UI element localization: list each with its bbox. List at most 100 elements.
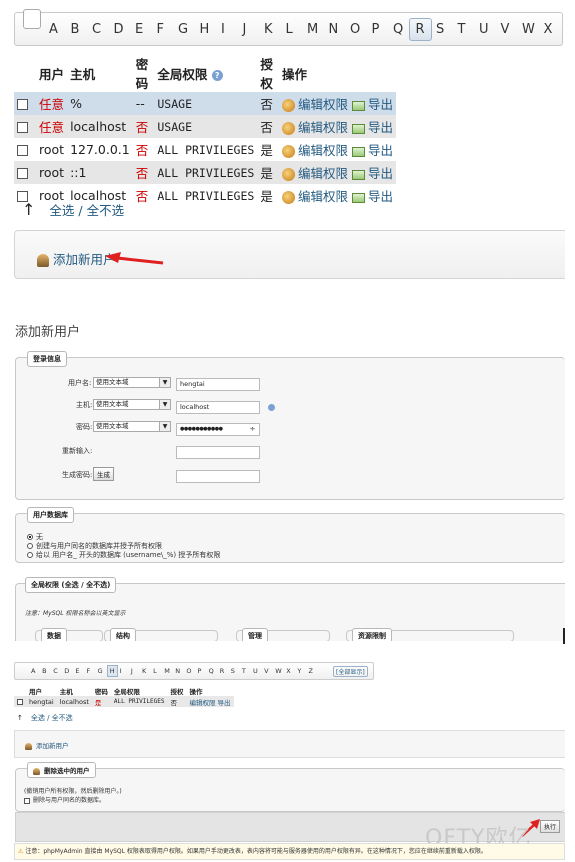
mini-letter-s[interactable]: S xyxy=(231,667,235,675)
header-grant: 授权 xyxy=(260,57,273,91)
row-checkbox[interactable] xyxy=(17,145,28,156)
mini-letter-g[interactable]: G xyxy=(98,667,103,675)
global-privs-legend[interactable]: 全局权限 (全选 / 全不选) xyxy=(25,577,117,593)
letter-d[interactable]: D xyxy=(114,22,124,37)
mini-add-user-link[interactable]: 添加新用户 xyxy=(25,740,69,750)
mini-letter-o[interactable]: O xyxy=(186,667,191,675)
help-icon[interactable]: ? xyxy=(211,69,223,81)
mini-letter-z[interactable]: Z xyxy=(309,667,313,675)
mini-row-checkbox[interactable] xyxy=(17,698,23,705)
letter-c[interactable]: C xyxy=(92,22,101,37)
letter-u[interactable]: U xyxy=(479,22,489,37)
mini-letter-y[interactable]: Y xyxy=(297,667,301,675)
mini-letter-e[interactable]: E xyxy=(75,667,79,675)
mini-letter-j[interactable]: J xyxy=(131,667,133,675)
host-label: 主机: xyxy=(76,401,93,409)
filter-checkbox[interactable] xyxy=(23,9,41,29)
letter-g[interactable]: G xyxy=(178,22,188,37)
db-option-wildcard[interactable]: 给以 用户名_ 开头的数据库 (username\_%) 授予所有权限 xyxy=(27,550,220,560)
mini-show-all-link[interactable]: [全部显示] xyxy=(333,666,368,677)
mini-select-all-link[interactable]: 全选 / 全不选 xyxy=(31,714,73,722)
letter-v[interactable]: V xyxy=(501,22,510,37)
table-row[interactable]: root 127.0.0.1 否 ALL PRIVILEGES 是编辑权限 导出 xyxy=(14,138,396,161)
edit-privs-link[interactable]: 编辑权限 xyxy=(298,166,348,181)
table-row[interactable]: 任意 localhost 否 USAGE 否编辑权限 导出 xyxy=(14,115,396,138)
export-link[interactable]: 导出 xyxy=(368,120,393,135)
mini-letter-u[interactable]: U xyxy=(253,667,258,675)
generate-password-button[interactable]: 生成 xyxy=(93,467,114,481)
letter-s[interactable]: S xyxy=(436,22,444,37)
reenter-password-input[interactable] xyxy=(176,446,260,459)
host-mode-select[interactable]: 使用文本域 ▼ xyxy=(93,399,171,410)
mini-delete-db-option[interactable]: 删除与用户同名的数据库。 xyxy=(24,795,105,804)
mini-letter-t[interactable]: T xyxy=(242,667,246,675)
export-link[interactable]: 导出 xyxy=(368,97,393,112)
password-input[interactable]: ●●●●●●●●●●● ÷ xyxy=(176,423,260,436)
select-all-link[interactable]: 全选 / 全不选 xyxy=(49,203,124,218)
row-checkbox[interactable] xyxy=(17,168,28,179)
mini-letter-q[interactable]: Q xyxy=(209,667,214,675)
row-checkbox[interactable] xyxy=(17,99,28,110)
export-link[interactable]: 导出 xyxy=(368,143,393,158)
mini-letter-x[interactable]: X xyxy=(286,667,290,675)
mini-export-link[interactable]: 导出 xyxy=(218,699,231,707)
mini-go-button[interactable]: 执行 xyxy=(540,820,561,833)
mini-select-all-row: ↑ 全选 / 全不选 xyxy=(17,713,73,723)
edit-privs-link[interactable]: 编辑权限 xyxy=(298,120,348,135)
generated-password-input[interactable] xyxy=(176,470,260,483)
mini-letter-p[interactable]: P xyxy=(198,667,202,675)
help-icon[interactable] xyxy=(268,404,275,411)
export-link[interactable]: 导出 xyxy=(368,166,393,181)
table-row[interactable]: 任意% -- USAGE 否编辑权限 导出 xyxy=(14,92,396,115)
letter-r[interactable]: R xyxy=(408,18,432,41)
letter-f[interactable]: F xyxy=(157,22,164,37)
letter-h[interactable]: H xyxy=(200,22,210,37)
edit-privs-link[interactable]: 编辑权限 xyxy=(298,143,348,158)
letter-o[interactable]: O xyxy=(350,22,360,37)
mini-letter-c[interactable]: C xyxy=(53,667,58,675)
host-input[interactable]: localhost xyxy=(176,401,260,414)
username-input[interactable]: hengtai xyxy=(176,378,260,391)
mini-letter-n[interactable]: N xyxy=(175,667,180,675)
letter-j[interactable]: J xyxy=(243,22,247,37)
mini-letter-f[interactable]: F xyxy=(87,667,91,675)
chevron-down-icon: ▼ xyxy=(159,422,170,431)
mini-letter-v[interactable]: V xyxy=(264,667,268,675)
mini-letter-k[interactable]: K xyxy=(142,667,146,675)
mini-delete-db-checkbox[interactable] xyxy=(24,797,30,804)
letter-a[interactable]: A xyxy=(49,22,58,37)
edit-privs-link[interactable]: 编辑权限 xyxy=(298,189,348,204)
letter-k[interactable]: K xyxy=(264,22,273,37)
mini-letter-h[interactable]: H xyxy=(106,665,118,677)
export-link[interactable]: 导出 xyxy=(368,189,393,204)
letter-p[interactable]: P xyxy=(372,22,380,37)
letter-t[interactable]: T xyxy=(458,22,466,37)
letter-q[interactable]: Q xyxy=(393,22,403,37)
radio-wildcard[interactable] xyxy=(27,552,33,558)
letter-m[interactable]: M xyxy=(307,22,318,37)
letter-i[interactable]: I xyxy=(221,22,225,37)
mini-letter-a[interactable]: A xyxy=(31,667,35,675)
letter-w[interactable]: W xyxy=(522,22,535,37)
letter-e[interactable]: E xyxy=(135,22,143,37)
mini-letter-w[interactable]: W xyxy=(275,667,281,675)
cell-grant: 是 xyxy=(260,189,273,204)
letter-b[interactable]: B xyxy=(71,22,80,37)
mini-edit-privs-link[interactable]: 编辑权限 xyxy=(189,699,215,707)
mini-letter-r[interactable]: R xyxy=(220,667,225,675)
mini-letter-i[interactable]: I xyxy=(120,667,122,675)
mini-letter-m[interactable]: M xyxy=(164,667,170,675)
radio-create[interactable] xyxy=(27,543,33,549)
row-checkbox[interactable] xyxy=(17,122,28,133)
letter-x[interactable]: X xyxy=(544,22,553,37)
table-row[interactable]: root::1 否 ALL PRIVILEGES 是编辑权限 导出 xyxy=(14,161,396,184)
mini-letter-l[interactable]: L xyxy=(153,667,157,675)
letter-l[interactable]: L xyxy=(286,22,293,37)
username-mode-select[interactable]: 使用文本域 ▼ xyxy=(93,377,171,388)
mini-letter-b[interactable]: B xyxy=(42,667,46,675)
mini-letter-d[interactable]: D xyxy=(64,667,69,675)
password-mode-select[interactable]: 使用文本域 ▼ xyxy=(93,421,171,432)
letter-n[interactable]: N xyxy=(329,22,339,37)
radio-none[interactable] xyxy=(27,534,33,540)
edit-privs-link[interactable]: 编辑权限 xyxy=(298,97,348,112)
